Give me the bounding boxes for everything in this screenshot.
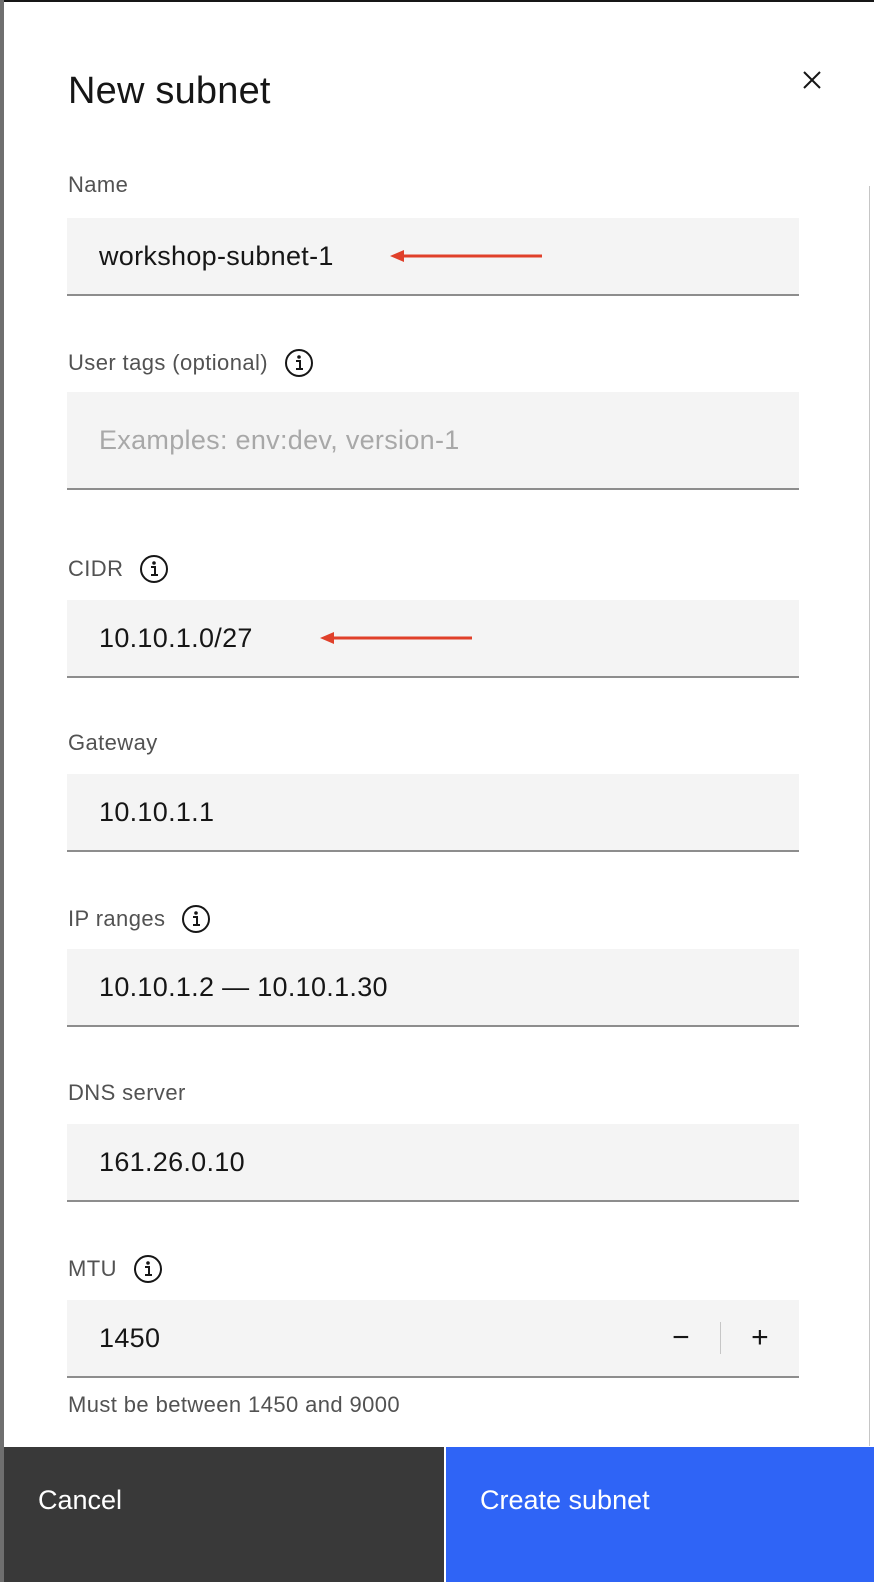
create-subnet-button[interactable]: Create subnet	[446, 1447, 874, 1582]
info-icon[interactable]	[133, 1254, 163, 1284]
annotation-arrow	[390, 250, 542, 262]
ip-ranges-input[interactable]: 10.10.1.2 — 10.10.1.30	[67, 949, 799, 1027]
form-scroll-area: Name workshop-subnet-1 User tags (option…	[4, 152, 870, 1447]
info-icon[interactable]	[139, 554, 169, 584]
cidr-label: CIDR	[68, 554, 169, 584]
gateway-input[interactable]: 10.10.1.1	[67, 774, 799, 852]
dns-server-label: DNS server	[68, 1080, 186, 1105]
close-button[interactable]	[794, 62, 830, 98]
dns-server-input[interactable]: 161.26.0.10	[67, 1124, 799, 1202]
mtu-number-input: 1450 − +	[67, 1300, 799, 1378]
user-tags-input[interactable]: Examples: env:dev, version-1	[67, 392, 799, 490]
mtu-stepper: − +	[642, 1300, 799, 1376]
mtu-value[interactable]: 1450	[99, 1323, 160, 1354]
close-icon	[803, 71, 821, 89]
modal-footer: Cancel Create subnet	[4, 1447, 874, 1582]
annotation-arrow	[320, 632, 472, 644]
gateway-label: Gateway	[68, 730, 158, 755]
modal-title: New subnet	[68, 70, 271, 112]
user-tags-label: User tags (optional)	[68, 348, 314, 378]
mtu-label: MTU	[68, 1254, 163, 1284]
ip-ranges-label: IP ranges	[68, 904, 211, 934]
new-subnet-modal: New subnet Name workshop-subnet-1 User t…	[4, 0, 874, 1582]
cancel-button[interactable]: Cancel	[4, 1447, 446, 1582]
info-icon[interactable]	[181, 904, 211, 934]
decrement-button[interactable]: −	[642, 1300, 720, 1376]
info-icon[interactable]	[284, 348, 314, 378]
name-label: Name	[68, 172, 129, 197]
mtu-helper-text: Must be between 1450 and 9000	[68, 1392, 401, 1417]
increment-button[interactable]: +	[721, 1300, 799, 1376]
